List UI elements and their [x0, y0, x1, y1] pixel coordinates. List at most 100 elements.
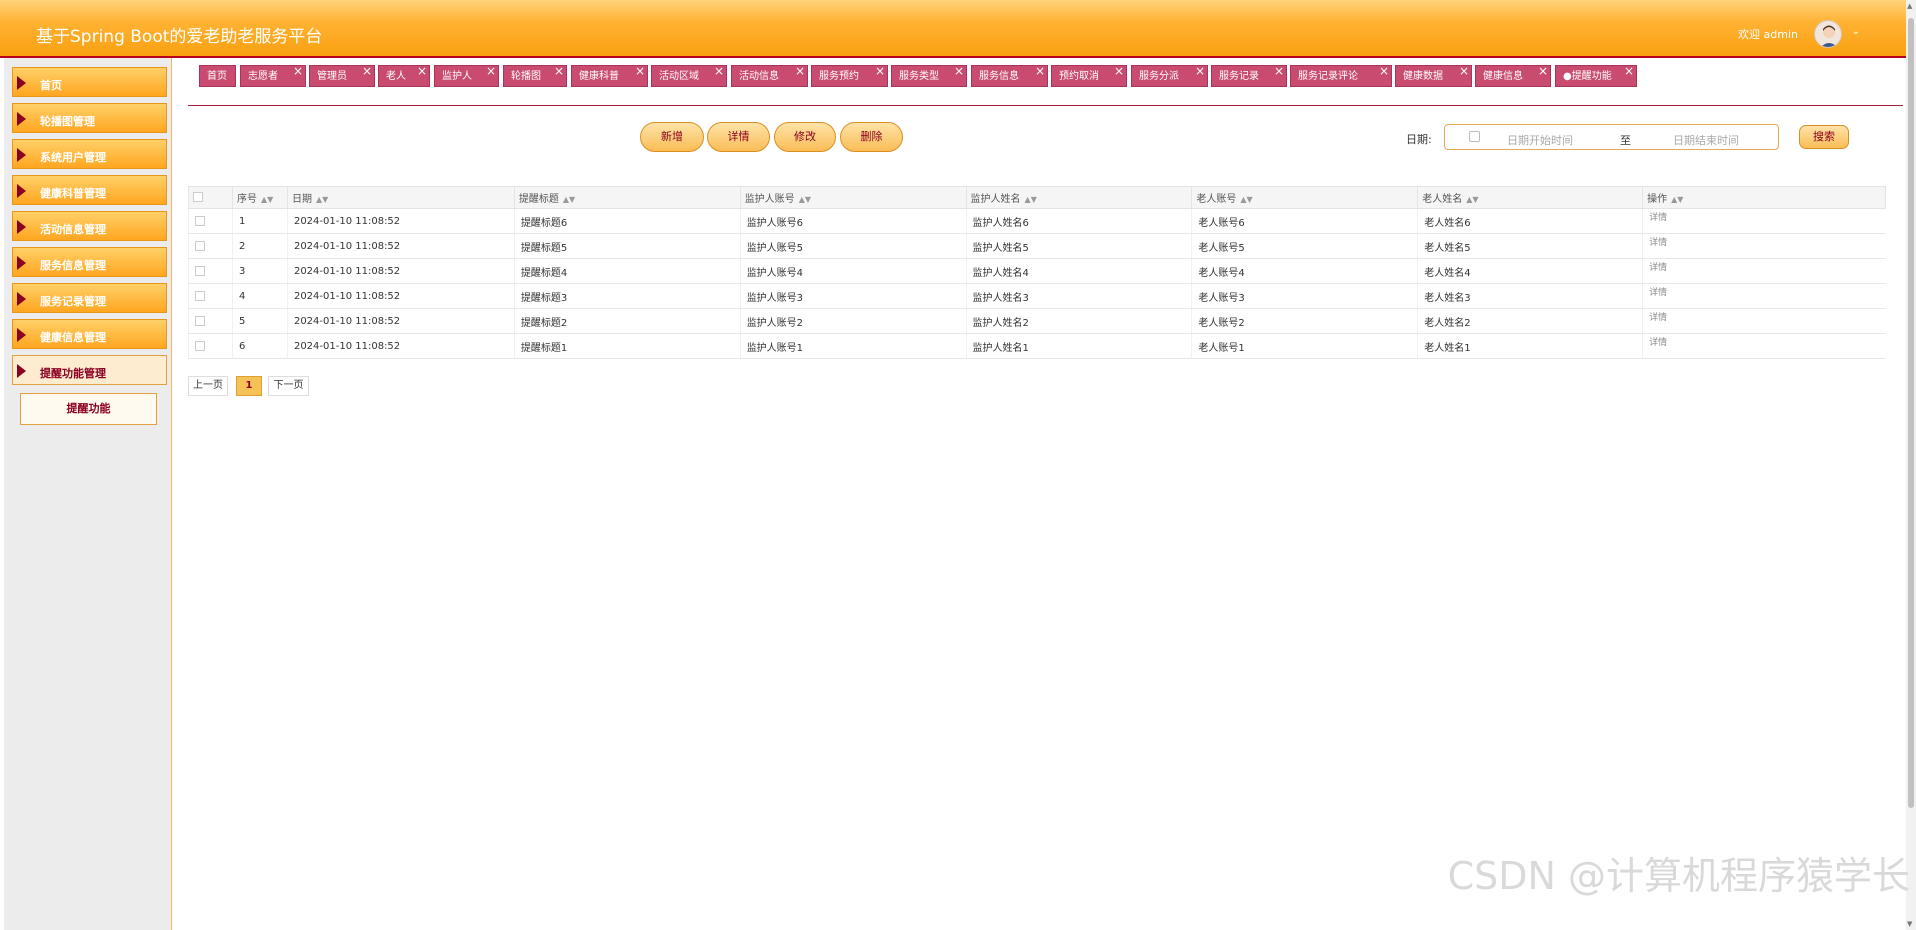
- row-detail-link[interactable]: 详情: [1649, 263, 1667, 273]
- sidebar-item-service-record[interactable]: 服务记录管理: [12, 283, 167, 313]
- row-checkbox[interactable]: [188, 308, 233, 334]
- sidebar-item-service[interactable]: 服务信息管理: [12, 247, 167, 277]
- prev-page-button[interactable]: 上一页: [188, 376, 228, 396]
- close-icon[interactable]: ×: [875, 60, 885, 82]
- column-header[interactable]: 老人姓名 ▲▼: [1417, 186, 1644, 209]
- sidebar-item-activity[interactable]: 活动信息管理: [12, 211, 167, 241]
- close-icon[interactable]: ×: [362, 60, 372, 82]
- scroll-up-icon[interactable]: ▲: [1907, 2, 1912, 10]
- sort-icon[interactable]: ▲▼: [261, 195, 273, 204]
- sort-icon[interactable]: ▲▼: [1025, 195, 1037, 204]
- row-detail-link[interactable]: 详情: [1649, 238, 1667, 248]
- scroll-down-icon[interactable]: ▼: [1907, 920, 1912, 928]
- sort-icon[interactable]: ▲▼: [1240, 195, 1252, 204]
- close-icon[interactable]: ×: [1379, 60, 1389, 82]
- close-icon[interactable]: ×: [1195, 60, 1205, 82]
- end-date-input[interactable]: 日期结束时间: [1673, 132, 1739, 148]
- close-icon[interactable]: ×: [714, 60, 724, 82]
- avatar[interactable]: [1814, 20, 1842, 48]
- close-icon[interactable]: ×: [954, 60, 964, 82]
- tab-service-info[interactable]: 服务信息 ×: [971, 64, 1048, 87]
- row-detail-link[interactable]: 详情: [1649, 213, 1667, 223]
- tab-elder[interactable]: 老人 ×: [378, 64, 430, 87]
- column-header[interactable]: 序号 ▲▼: [231, 186, 288, 209]
- row-detail-link[interactable]: 详情: [1649, 313, 1667, 323]
- tab-booking-cancel[interactable]: 预约取消 ×: [1051, 64, 1127, 87]
- table-row[interactable]: 4 2024-01-10 11:08:52 提醒标题3 监护人账号3 监护人姓名3 老人账…: [188, 283, 1886, 309]
- column-header[interactable]: 老人账号 ▲▼: [1191, 186, 1419, 209]
- tab-service-record-comment[interactable]: 服务记录评论 ×: [1290, 64, 1392, 87]
- close-icon[interactable]: ×: [1538, 60, 1548, 82]
- current-page-button[interactable]: 1: [236, 376, 262, 396]
- sidebar-item-health-science[interactable]: 健康科普管理: [12, 175, 167, 205]
- welcome-text[interactable]: 欢迎 admin: [1738, 26, 1798, 42]
- tab-carousel[interactable]: 轮播图 ×: [503, 64, 567, 87]
- row-detail-link[interactable]: 详情: [1649, 288, 1667, 298]
- add-button[interactable]: 新增: [640, 122, 704, 152]
- submenu-reminder[interactable]: 提醒功能: [20, 393, 157, 425]
- next-page-button[interactable]: 下一页: [268, 376, 309, 396]
- tab-reminder[interactable]: ●提醒功能 ×: [1555, 64, 1637, 87]
- sidebar-item-health-info[interactable]: 健康信息管理: [12, 319, 167, 349]
- row-checkbox[interactable]: [188, 208, 233, 234]
- close-icon[interactable]: ×: [1035, 60, 1045, 82]
- scroll-thumb[interactable]: [1908, 18, 1914, 808]
- tab-health-info[interactable]: 健康信息 ×: [1475, 64, 1551, 87]
- tab-health-science[interactable]: 健康科普 ×: [571, 64, 648, 87]
- sort-icon[interactable]: ▲▼: [1671, 195, 1683, 204]
- tab-health-data[interactable]: 健康数据 ×: [1395, 64, 1472, 87]
- column-header[interactable]: 日期 ▲▼: [286, 186, 515, 209]
- tab-volunteer[interactable]: 志愿者 ×: [240, 64, 306, 87]
- sidebar-item-reminder[interactable]: 提醒功能管理: [12, 355, 167, 385]
- row-checkbox[interactable]: [188, 283, 233, 309]
- table-row[interactable]: 5 2024-01-10 11:08:52 提醒标题2 监护人账号2 监护人姓名2 老人账…: [188, 308, 1886, 334]
- search-button[interactable]: 搜索: [1799, 125, 1849, 149]
- select-all-checkbox[interactable]: [188, 186, 233, 209]
- close-icon[interactable]: ×: [1274, 60, 1284, 82]
- sort-icon[interactable]: ▲▼: [799, 195, 811, 204]
- row-checkbox[interactable]: [188, 333, 233, 359]
- close-icon[interactable]: ×: [1114, 60, 1124, 82]
- sort-icon[interactable]: ▲▼: [563, 195, 575, 204]
- close-icon[interactable]: ×: [1459, 60, 1469, 82]
- sidebar-item-carousel[interactable]: 轮播图管理: [12, 103, 167, 133]
- tab-activity-area[interactable]: 活动区域 ×: [651, 64, 727, 87]
- row-checkbox[interactable]: [188, 258, 233, 284]
- table-row[interactable]: 2 2024-01-10 11:08:52 提醒标题5 监护人账号5 监护人姓名5 老人账…: [188, 233, 1886, 259]
- table-row[interactable]: 1 2024-01-10 11:08:52 提醒标题6 监护人账号6 监护人姓名6 老人账…: [188, 208, 1886, 234]
- date-range-picker[interactable]: 日期开始时间 至 日期结束时间: [1444, 124, 1779, 150]
- close-icon[interactable]: ×: [417, 60, 427, 82]
- close-icon[interactable]: ×: [795, 60, 805, 82]
- row-detail-link[interactable]: 详情: [1649, 338, 1667, 348]
- sidebar-item-users[interactable]: 系统用户管理: [12, 139, 167, 169]
- tab-guardian[interactable]: 监护人 ×: [434, 64, 499, 87]
- close-icon[interactable]: ×: [635, 60, 645, 82]
- sidebar-item-home[interactable]: 首页: [12, 67, 167, 97]
- table-row[interactable]: 3 2024-01-10 11:08:52 提醒标题4 监护人账号4 监护人姓名4 老人账…: [188, 258, 1886, 284]
- close-icon[interactable]: ×: [293, 60, 303, 82]
- sort-icon[interactable]: ▲▼: [1466, 195, 1478, 204]
- tab-home[interactable]: 首页: [199, 65, 236, 87]
- row-checkbox[interactable]: [188, 233, 233, 259]
- tab-service-type[interactable]: 服务类型 ×: [891, 64, 967, 87]
- page-scrollbar[interactable]: ▲ ▼: [1906, 0, 1916, 930]
- close-icon[interactable]: ×: [1624, 60, 1634, 82]
- chevron-down-icon[interactable]: ⌄: [1852, 26, 1860, 37]
- table-row[interactable]: 6 2024-01-10 11:08:52 提醒标题1 监护人账号1 监护人姓名1 老人账…: [188, 333, 1886, 359]
- tab-service-dispatch[interactable]: 服务分派 ×: [1131, 64, 1208, 87]
- delete-button[interactable]: 删除: [840, 122, 903, 152]
- edit-button[interactable]: 修改: [774, 122, 836, 152]
- tab-service-booking[interactable]: 服务预约 ×: [811, 64, 888, 87]
- tab-admin[interactable]: 管理员 ×: [309, 64, 375, 87]
- tab-service-record[interactable]: 服务记录 ×: [1211, 64, 1287, 87]
- close-icon[interactable]: ×: [486, 60, 496, 82]
- sort-icon[interactable]: ▲▼: [316, 195, 328, 204]
- column-header[interactable]: 监护人姓名 ▲▼: [965, 186, 1193, 209]
- detail-button[interactable]: 详情: [707, 122, 770, 152]
- tab-activity-info[interactable]: 活动信息 ×: [731, 64, 808, 87]
- column-header[interactable]: 操作 ▲▼: [1642, 186, 1886, 209]
- start-date-input[interactable]: 日期开始时间: [1507, 132, 1573, 148]
- column-header[interactable]: 监护人账号 ▲▼: [739, 186, 967, 209]
- column-header[interactable]: 提醒标题 ▲▼: [513, 186, 741, 209]
- close-icon[interactable]: ×: [554, 60, 564, 82]
